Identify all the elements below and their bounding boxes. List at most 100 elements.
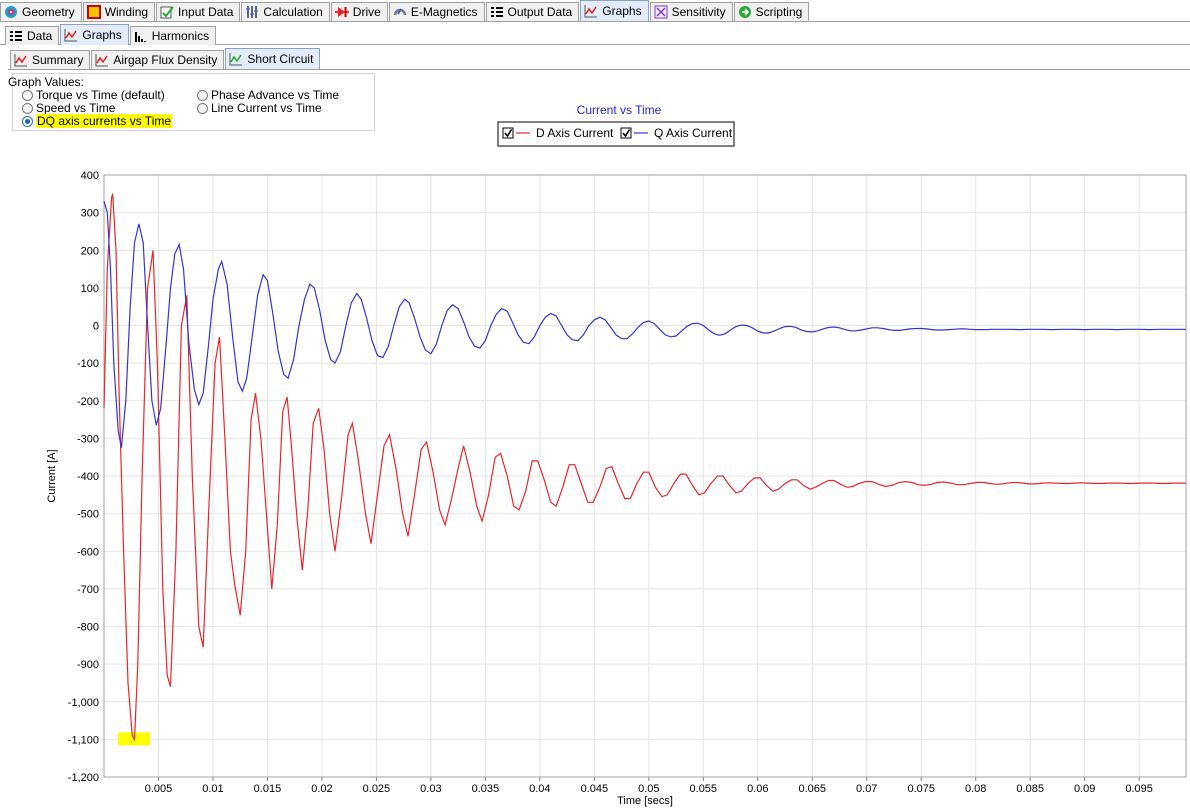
- radio-torque-vs-time[interactable]: Torque vs Time (default): [22, 88, 165, 102]
- tab-label: Scripting: [755, 5, 803, 19]
- checkmark-icon: [622, 129, 631, 138]
- radio-dot-selected[interactable]: [22, 115, 33, 127]
- x-tick-label: 0.01: [202, 783, 223, 795]
- tab-drive[interactable]: Drive: [330, 2, 388, 21]
- tab-calculation[interactable]: Calculation: [241, 2, 330, 21]
- graph-tab-airgap-flux-density[interactable]: Airgap Flux Density: [91, 50, 225, 69]
- tab-label: Output Data: [507, 5, 573, 19]
- tab-label: Input Data: [178, 5, 234, 19]
- legend-d-axis-label: D Axis Current: [536, 126, 614, 140]
- x-tick-label: 0.08: [965, 783, 986, 795]
- sub-tab2-divider: [8, 69, 1190, 70]
- graphs-icon: [584, 4, 598, 18]
- graphs-icon: [64, 28, 78, 42]
- highlight-marker: [118, 732, 150, 746]
- summary-icon: [14, 53, 28, 67]
- drive-icon: [334, 5, 349, 19]
- tab-sensitivity[interactable]: Sensitivity: [649, 2, 733, 21]
- y-tick-label: -1,000: [68, 697, 99, 709]
- y-axis-ticks: 400 300 200 100 0 -100 -200 -300 -400 -500 -600 -70…: [68, 170, 150, 784]
- tab-label: Geometry: [22, 5, 75, 19]
- radio-dot[interactable]: [197, 102, 208, 114]
- tab-label: Short Circuit: [247, 52, 314, 66]
- y-tick-label: 300: [81, 208, 99, 220]
- radio-label: DQ axis currents vs Time: [36, 114, 173, 128]
- x-tick-label: 0.035: [472, 783, 500, 795]
- x-tick-label: 0.085: [1016, 783, 1044, 795]
- subtab-data[interactable]: Data: [5, 26, 60, 45]
- y-tick-label: -400: [77, 471, 99, 483]
- radio-label: Torque vs Time (default): [36, 88, 165, 102]
- radio-label: Line Current vs Time: [211, 101, 322, 115]
- data-icon: [9, 29, 23, 43]
- y-tick-label: -1,200: [68, 772, 99, 784]
- radio-phase-advance[interactable]: Phase Advance vs Time: [197, 88, 339, 102]
- radio-dq-axis-currents[interactable]: DQ axis currents vs Time: [22, 114, 173, 128]
- winding-icon: [86, 5, 101, 19]
- tab-scripting[interactable]: Scripting: [733, 2, 810, 21]
- subtab-harmonics[interactable]: Harmonics: [129, 26, 217, 45]
- chart-title: Current vs Time: [577, 103, 662, 117]
- x-axis-label: Time [secs]: [617, 795, 673, 807]
- output-data-icon: [490, 5, 504, 19]
- chart-grid: [104, 174, 1186, 778]
- radio-speed-vs-time[interactable]: Speed vs Time: [22, 101, 115, 115]
- legend-d-axis-checkbox[interactable]: [502, 127, 514, 139]
- y-tick-label: -700: [77, 584, 99, 596]
- graph-tab-summary[interactable]: Summary: [10, 50, 91, 69]
- radio-dot[interactable]: [22, 102, 33, 114]
- y-tick-label: -600: [77, 546, 99, 558]
- scripting-icon: [738, 5, 752, 19]
- harmonics-icon: [134, 29, 148, 43]
- x-tick-label: 0.04: [529, 783, 550, 795]
- tab-e-magnetics[interactable]: E-Magnetics: [388, 2, 485, 21]
- x-tick-label: 0.07: [856, 783, 877, 795]
- y-tick-label: -100: [77, 358, 99, 370]
- tab-graphs[interactable]: Graphs: [580, 0, 649, 21]
- x-tick-label: 0.075: [907, 783, 935, 795]
- tab-geometry[interactable]: Geometry: [0, 2, 82, 21]
- geometry-icon: [4, 5, 18, 19]
- plot-area: [103, 174, 1187, 778]
- x-tick-label: 0.05: [638, 783, 659, 795]
- graph-type-tab-bar: Summary Airgap Flux Density Short Circuit: [10, 48, 321, 69]
- y-tick-label: -800: [77, 622, 99, 634]
- y-tick-label: 0: [93, 321, 99, 333]
- subtab-graphs[interactable]: Graphs: [60, 24, 129, 45]
- x-tick-label: 0.015: [254, 783, 282, 795]
- x-tick-label: 0.06: [747, 783, 768, 795]
- x-tick-label: 0.095: [1125, 783, 1153, 795]
- tab-label: Sensitivity: [671, 5, 726, 19]
- graph-tab-short-circuit[interactable]: Short Circuit: [225, 48, 321, 69]
- q-axis-current-line: [103, 201, 1186, 448]
- sub-tab-bar: Data Graphs Harmonics: [5, 24, 217, 45]
- legend-q-axis-checkbox[interactable]: [620, 127, 632, 139]
- e-magnetics-icon: [393, 5, 407, 19]
- tab-input-data[interactable]: Input Data: [156, 2, 241, 21]
- x-tick-label: 0.09: [1074, 783, 1095, 795]
- radio-dot[interactable]: [22, 89, 33, 101]
- tab-label: Graphs: [602, 4, 642, 18]
- y-tick-label: -200: [77, 396, 99, 408]
- radio-label: Speed vs Time: [36, 101, 116, 115]
- y-tick-label: -900: [77, 659, 99, 671]
- x-tick-label: 0.03: [420, 783, 441, 795]
- main-tab-bar: Geometry Winding Input Data Calculation Driv…: [0, 0, 1190, 22]
- graph-values-title: Graph Values:: [8, 75, 84, 89]
- x-axis-ticks: 0.005 0.01 0.015 0.02 0.025 0.03 0.035 0.04 0.04…: [145, 777, 1153, 795]
- calculation-icon: [245, 5, 259, 19]
- tab-label: Graphs: [82, 28, 122, 42]
- radio-label: Phase Advance vs Time: [211, 88, 340, 102]
- tab-winding[interactable]: Winding: [82, 2, 156, 21]
- radio-line-current[interactable]: Line Current vs Time: [197, 101, 322, 115]
- y-tick-label: 100: [81, 283, 99, 295]
- x-tick-label: 0.025: [363, 783, 391, 795]
- y-tick-label: -300: [77, 433, 99, 445]
- x-tick-label: 0.065: [798, 783, 826, 795]
- radio-dot[interactable]: [197, 89, 208, 101]
- tab-output-data[interactable]: Output Data: [485, 2, 580, 21]
- tab-label: Calculation: [263, 5, 323, 19]
- tab-label: Harmonics: [151, 29, 210, 43]
- tab-label: Drive: [352, 5, 381, 19]
- y-axis-label: Current [A]: [46, 449, 58, 502]
